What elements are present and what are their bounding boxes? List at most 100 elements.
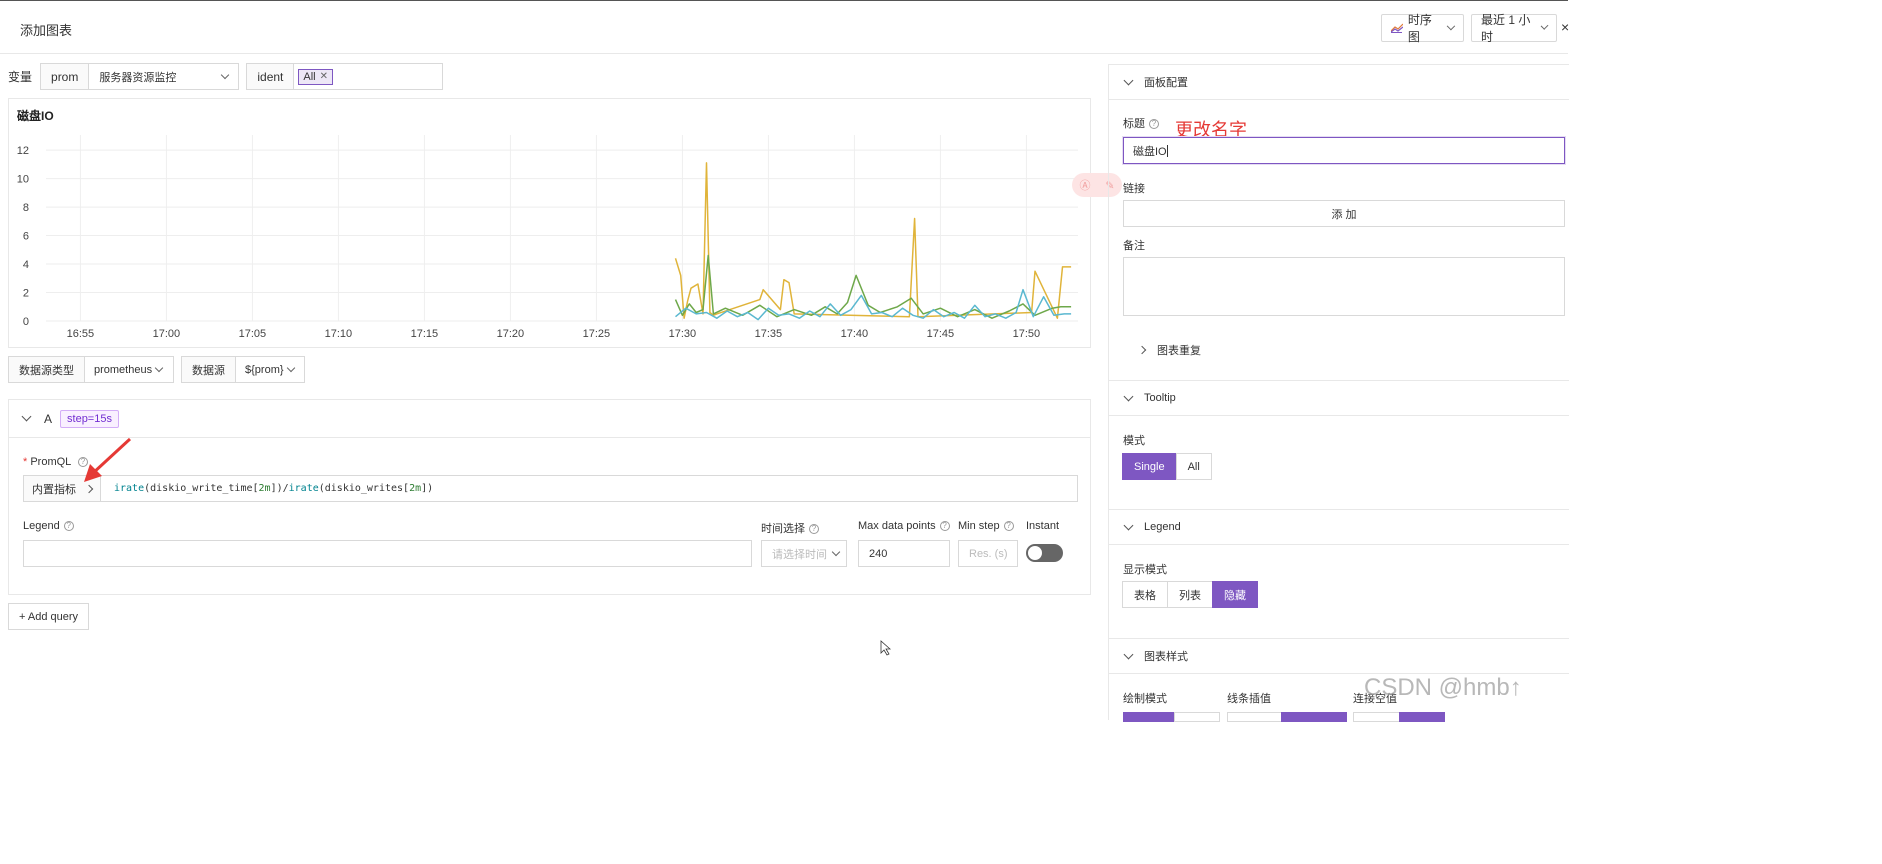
x-tick-label: 17:10 xyxy=(325,328,353,340)
config-panel: 面板配置 标题? 更改名字 磁盘IO 链接 添 加 备注 图表重复 Toolti… xyxy=(1108,64,1569,722)
promql-text: )/ xyxy=(276,483,289,494)
chart-style-section-header[interactable]: 图表样式 xyxy=(1109,638,1569,674)
prom-variable-select[interactable]: 服务器资源监控 xyxy=(88,63,240,90)
add-link-button[interactable]: 添 加 xyxy=(1123,200,1565,227)
chevron-down-icon xyxy=(286,363,295,372)
close-icon[interactable]: × xyxy=(1561,19,1569,35)
min-step-label-row: Min step? xyxy=(958,520,1014,532)
legend-title: Legend xyxy=(1144,521,1181,533)
line-interp-option[interactable] xyxy=(1227,712,1282,722)
legend-mode-list[interactable]: 列表 xyxy=(1167,581,1213,608)
prom-variable-value: 服务器资源监控 xyxy=(99,71,177,84)
x-tick-label: 17:20 xyxy=(497,328,525,340)
translate-icon[interactable]: Ⓐ xyxy=(1079,177,1090,193)
close-icon[interactable]: ✕ xyxy=(320,71,328,82)
legend-section-header[interactable]: Legend xyxy=(1109,509,1569,545)
promql-expression[interactable]: irate(diskio_write_time[2m])/irate(diski… xyxy=(114,483,433,494)
variables-row: 变量 prom 服务器资源监控 ident All ✕ xyxy=(8,63,444,90)
datasource-select[interactable]: ${prom} xyxy=(235,356,305,383)
chevron-down-icon xyxy=(1123,649,1134,659)
datasource-value: ${prom} xyxy=(245,363,284,376)
title-label-row: 标题? xyxy=(1123,115,1159,131)
title-input-value: 磁盘IO xyxy=(1133,145,1167,158)
tooltip-mode-toggle: Single All xyxy=(1122,453,1212,480)
top-bar: 添加图表 时序图 最近 1 小时 × xyxy=(0,0,1569,54)
prom-variable-label: prom xyxy=(40,63,90,90)
datasource-type-select[interactable]: prometheus xyxy=(84,356,174,383)
chart-style-title: 图表样式 xyxy=(1144,651,1188,663)
title-label: 标题 xyxy=(1123,118,1145,130)
time-select-placeholder: 请选择时间 xyxy=(772,548,827,561)
y-tick-label: 8 xyxy=(23,202,29,214)
watermark: CSDN @hmb↑ xyxy=(1364,674,1522,701)
series-line-0 xyxy=(674,162,1072,319)
y-tick-label: 0 xyxy=(23,316,29,328)
chart-repeat-toggle[interactable]: 图表重复 xyxy=(1137,342,1201,358)
ident-variable-label: ident xyxy=(246,63,295,90)
tooltip-title: Tooltip xyxy=(1144,392,1176,404)
chart-line-icon xyxy=(1391,23,1403,33)
y-tick-label: 4 xyxy=(23,259,29,271)
step-tag: step=15s xyxy=(60,409,119,428)
connect-null-selected[interactable] xyxy=(1399,712,1445,722)
x-tick-label: 17:15 xyxy=(411,328,439,340)
legend-mode-table[interactable]: 表格 xyxy=(1122,581,1168,608)
builtin-metrics-label: 内置指标 xyxy=(32,483,76,496)
chevron-down-icon[interactable] xyxy=(21,411,32,422)
tooltip-section-header[interactable]: Tooltip xyxy=(1109,380,1569,416)
legend-input[interactable] xyxy=(23,540,752,567)
time-range-select[interactable]: 最近 1 小时 xyxy=(1471,13,1557,44)
x-tick-label: 17:35 xyxy=(755,328,783,340)
legend-mode-hidden[interactable]: 隐藏 xyxy=(1212,581,1258,608)
tooltip-mode-all[interactable]: All xyxy=(1175,453,1212,480)
help-icon: ? xyxy=(63,521,74,532)
x-tick-label: 17:05 xyxy=(239,328,267,340)
query-name: A xyxy=(44,411,53,426)
draw-mode-selected[interactable] xyxy=(1123,712,1175,722)
chevron-down-icon xyxy=(1123,391,1134,401)
x-tick-label: 17:40 xyxy=(841,328,869,340)
note-label: 备注 xyxy=(1123,240,1145,252)
chevron-down-icon xyxy=(1540,22,1549,30)
x-tick-label: 17:30 xyxy=(669,328,697,340)
query-header[interactable]: A step=15s xyxy=(9,400,1090,438)
panel-config-section-header[interactable]: 面板配置 xyxy=(1109,64,1569,100)
timeseries-chart: 12 10 8 6 4 2 0 16:55 17:00 17:05 17:10 17:15 17:20 1… xyxy=(17,135,1078,340)
time-select-dropdown[interactable]: 请选择时间 xyxy=(761,540,847,567)
chevron-down-icon xyxy=(221,70,230,79)
page-title: 添加图表 xyxy=(20,23,73,38)
annotation-arrow-icon xyxy=(84,437,132,482)
required-mark: * xyxy=(23,456,28,468)
title-input[interactable]: 磁盘IO xyxy=(1123,137,1565,164)
max-points-input[interactable]: 240 xyxy=(858,540,950,567)
min-step-input[interactable]: Res. (s) xyxy=(958,540,1018,567)
note-textarea[interactable] xyxy=(1123,257,1565,316)
draw-mode-label: 绘制模式 xyxy=(1123,693,1167,705)
variables-label: 变量 xyxy=(8,70,33,84)
panel-config-title: 面板配置 xyxy=(1144,77,1188,89)
datasource-type-label: 数据源类型 xyxy=(8,356,85,383)
promql-label: PromQL xyxy=(30,456,71,468)
draw-mode-option[interactable] xyxy=(1174,712,1220,722)
chevron-right-icon xyxy=(1137,345,1147,355)
y-tick-label: 2 xyxy=(23,288,29,300)
datasource-type-value: prometheus xyxy=(94,363,153,376)
promql-text: ) xyxy=(427,483,434,494)
x-tick-label: 17:50 xyxy=(1013,328,1041,340)
promql-editor[interactable]: 内置指标 irate(diskio_write_time[2m])/irate(… xyxy=(23,475,1078,502)
add-query-button[interactable]: + Add query xyxy=(8,603,90,630)
x-tick-label: 16:55 xyxy=(67,328,95,340)
query-card: A step=15s * PromQL ? 内置指标 irate(diskio_… xyxy=(8,399,1091,595)
chevron-down-icon xyxy=(154,363,164,372)
min-step-label: Min step xyxy=(958,520,1000,532)
instant-toggle[interactable] xyxy=(1026,544,1063,562)
legend-display-toggle: 表格 列表 隐藏 xyxy=(1122,581,1258,608)
chart-type-select[interactable]: 时序图 xyxy=(1381,13,1464,44)
tooltip-mode-single[interactable]: Single xyxy=(1122,453,1177,480)
instant-label: Instant xyxy=(1026,520,1060,532)
line-interp-selected[interactable] xyxy=(1281,712,1347,722)
connect-null-option[interactable] xyxy=(1353,712,1400,722)
promql-range: [2m] xyxy=(252,483,277,494)
ident-tag: All ✕ xyxy=(298,68,334,85)
ident-variable-select[interactable]: All ✕ xyxy=(293,63,444,90)
